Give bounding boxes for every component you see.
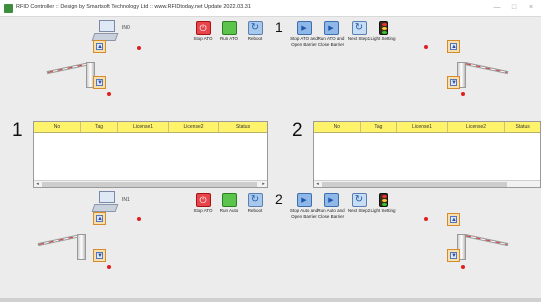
title-bar: RFID Controller :: Design by Smartsoft T…	[0, 0, 541, 17]
scroll-thumb[interactable]	[322, 182, 507, 187]
table-header: No Tag License1 License2 Status	[314, 122, 540, 133]
play-icon	[296, 193, 312, 207]
chevron-down-icon: ▼	[450, 79, 457, 86]
column-header[interactable]: License2	[169, 122, 219, 132]
lane-number: 1	[12, 120, 23, 141]
status-indicator	[107, 92, 111, 96]
computer-icon	[91, 191, 119, 213]
status-indicator	[424, 217, 428, 221]
power-icon	[195, 193, 211, 207]
play-icon	[323, 193, 339, 207]
play-icon	[296, 21, 312, 35]
status-bar	[0, 298, 541, 302]
scroll-thumb[interactable]	[42, 182, 257, 187]
window-title: RFID Controller :: Design by Smartsoft T…	[16, 4, 251, 10]
minimize-button[interactable]: —	[490, 3, 504, 13]
chevron-down-icon: ▼	[96, 252, 103, 259]
barrier-up-button[interactable]: ▲	[93, 212, 106, 225]
scroll-left-icon[interactable]: ◂	[34, 181, 41, 188]
column-header[interactable]: No	[314, 122, 361, 132]
chevron-up-icon: ▲	[450, 216, 457, 223]
reader-label: IN0	[122, 25, 130, 31]
barrier-gate-icon	[37, 224, 89, 264]
chevron-down-icon: ▼	[96, 79, 103, 86]
redo-icon	[351, 21, 367, 35]
status-indicator	[424, 45, 428, 49]
barrier-down-button[interactable]: ▼	[447, 76, 460, 89]
play-icon	[221, 21, 237, 35]
status-indicator	[461, 92, 465, 96]
redo-icon	[351, 193, 367, 207]
play-icon	[323, 21, 339, 35]
horizontal-scrollbar[interactable]: ◂	[314, 180, 540, 187]
status-indicator	[137, 46, 141, 50]
light-setting-button[interactable]: Light Setting	[366, 21, 400, 42]
refresh-icon	[247, 21, 263, 35]
barrier-down-button[interactable]: ▼	[93, 76, 106, 89]
barrier-gate-icon	[46, 52, 98, 92]
table-header: No Tag License1 License2 Status	[34, 122, 267, 133]
lane-number: 2	[292, 120, 303, 141]
reboot-button[interactable]: Reboot	[238, 193, 272, 214]
light-setting-button[interactable]: Light Setting	[366, 193, 400, 214]
barrier-down-button[interactable]: ▼	[93, 249, 106, 262]
record-table[interactable]: No Tag License1 License2 Status ◂ ▸	[33, 121, 268, 188]
column-header[interactable]: Tag	[81, 122, 118, 132]
barrier-gate-icon	[455, 224, 509, 264]
barrier-down-button[interactable]: ▼	[447, 249, 460, 262]
power-icon	[195, 21, 211, 35]
chevron-up-icon: ▲	[96, 215, 103, 222]
status-indicator	[107, 265, 111, 269]
scroll-left-icon[interactable]: ◂	[314, 181, 321, 188]
column-header[interactable]: License1	[118, 122, 169, 132]
status-indicator	[137, 217, 141, 221]
reboot-button[interactable]: Reboot	[238, 21, 272, 42]
status-indicator	[461, 265, 465, 269]
group-number: 2	[275, 191, 283, 207]
group-number: 1	[275, 19, 283, 35]
record-table[interactable]: No Tag License1 License2 Status ◂	[313, 121, 541, 188]
barrier-up-button[interactable]: ▲	[93, 40, 106, 53]
reader-label: IN1	[122, 197, 130, 203]
traffic-light-icon	[378, 193, 388, 207]
chevron-up-icon: ▲	[450, 43, 457, 50]
column-header[interactable]: License1	[397, 122, 448, 132]
column-header[interactable]: License2	[448, 122, 506, 132]
column-header[interactable]: No	[34, 122, 81, 132]
barrier-gate-icon	[455, 52, 509, 92]
column-header[interactable]: Tag	[361, 122, 398, 132]
chevron-down-icon: ▼	[450, 252, 457, 259]
maximize-button[interactable]: □	[507, 3, 521, 13]
client-area: IN0 ▲ ▼ Stop ATO Run ATO Reboot 1 Stop A…	[0, 17, 541, 302]
chevron-up-icon: ▲	[96, 43, 103, 50]
close-button[interactable]: ×	[524, 3, 538, 13]
horizontal-scrollbar[interactable]: ◂ ▸	[34, 180, 267, 187]
computer-icon	[91, 20, 119, 42]
refresh-icon	[247, 193, 263, 207]
traffic-light-icon	[378, 21, 388, 35]
column-header[interactable]: Status	[219, 122, 267, 132]
column-header[interactable]: Status	[505, 122, 540, 132]
scroll-right-icon[interactable]: ▸	[260, 181, 267, 188]
play-icon	[221, 193, 237, 207]
app-icon	[4, 4, 13, 13]
